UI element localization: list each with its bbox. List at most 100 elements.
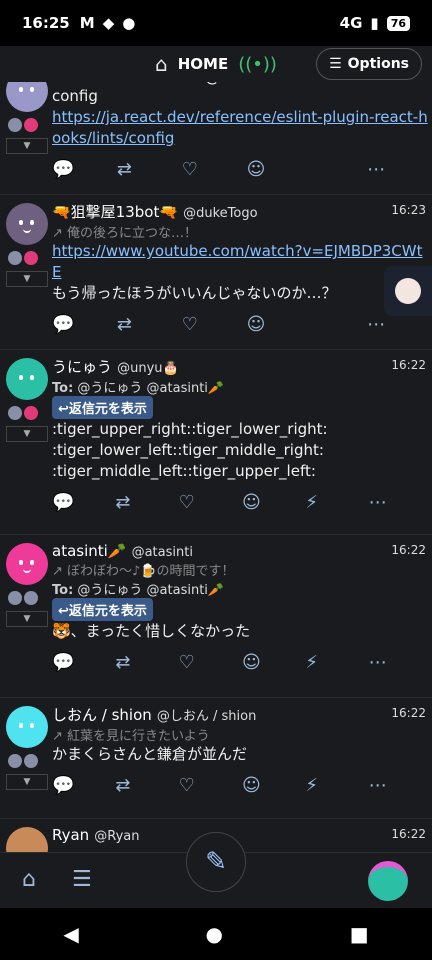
reaction-add-icon[interactable]: ☺ (242, 652, 305, 673)
reaction-add-icon[interactable]: ☺ (242, 492, 305, 513)
heart-icon[interactable]: ♡ (179, 775, 242, 796)
note-handle[interactable]: @Ryan (94, 829, 139, 844)
reaction-badges (8, 591, 38, 605)
reply-preview[interactable]: ↗ 紅葉を見に行きたいよう (52, 725, 432, 744)
reply-icon[interactable]: 💬 (52, 652, 115, 673)
collapse-toggle[interactable]: ▼ (6, 774, 48, 790)
note-actions: 💬 ⇄ ♡ ☺ ⚡ ⋯ (52, 482, 432, 522)
note-item: ▼ 16:22 うにゅう @unyu🎂 To: @うにゅう @atasinti🥕… (0, 350, 432, 535)
reaction-add-icon[interactable]: ☺ (247, 314, 312, 335)
collapse-toggle[interactable]: ▼ (6, 426, 48, 442)
reply-preview[interactable]: ↗ 俺の後ろに立つな…！ (52, 222, 432, 241)
back-icon[interactable]: ◀ (63, 922, 78, 946)
more-icon[interactable]: ⋯ (369, 652, 432, 673)
heart-icon[interactable]: ♡ (182, 159, 247, 180)
renote-icon[interactable]: ⇄ (115, 492, 178, 513)
note-author[interactable]: うにゅう (52, 358, 112, 376)
reaction-badges (8, 754, 38, 768)
note-time[interactable]: 16:22 (391, 827, 426, 841)
reaction-badges (8, 406, 38, 420)
reaction-badges (8, 118, 38, 132)
collapse-toggle[interactable]: ▼ (6, 138, 48, 154)
note-link[interactable]: https://ja.react.dev/reference/eslint-pl… (52, 107, 432, 128)
note-time[interactable]: 16:22 (391, 543, 426, 557)
avatar[interactable] (6, 358, 48, 400)
to-line: To: @うにゅう @atasinti🥕 (52, 381, 225, 396)
note-author[interactable]: Ryan (52, 826, 89, 844)
reaction-badges (8, 251, 38, 265)
app-icon: ◆ (102, 14, 115, 32)
note-handle[interactable]: @dukeTogo (183, 206, 257, 221)
collapse-toggle[interactable]: ▼ (6, 271, 48, 287)
note-actions: 💬 ⇄ ♡ ☺ ⚡ ⋯ (52, 642, 432, 682)
note-handle[interactable]: @しおん / shion (157, 709, 256, 724)
renote-icon[interactable]: ⇄ (117, 314, 182, 335)
battery-indicator: 76 (386, 15, 410, 31)
more-icon[interactable]: ⋯ (369, 492, 432, 513)
circle-icon: ● (122, 14, 136, 32)
more-icon[interactable]: ⋯ (367, 159, 432, 180)
more-icon[interactable]: ⋯ (369, 775, 432, 796)
reaction-add-icon[interactable]: ☺ (242, 775, 305, 796)
show-reply-source-button[interactable]: ↩返信元を表示 (52, 396, 153, 419)
home-circle-icon[interactable]: ● (206, 922, 223, 946)
note-time[interactable]: 16:23 (391, 203, 426, 217)
signal-icon: ▮ (370, 14, 379, 32)
note-link[interactable]: https://www.youtube.com/watch?v=EJMBDP3C… (52, 241, 432, 262)
timeline-header: ⌂ HOME ((•)) ☰ Options (0, 46, 432, 82)
note-item: ▼ 16:22 しおん / shion @しおん / shion ↗ 紅葉を見に… (0, 698, 432, 819)
note-handle[interactable]: @unyu🎂 (117, 361, 179, 376)
heart-icon[interactable]: ♡ (182, 314, 247, 335)
home-nav-icon[interactable]: ⌂ (22, 867, 36, 892)
options-button[interactable]: ☰ Options (316, 48, 422, 80)
renote-icon[interactable]: ⇄ (115, 775, 178, 796)
lightning-icon[interactable]: ⚡ (305, 775, 368, 796)
reply-icon[interactable]: 💬 (52, 314, 117, 335)
heart-icon[interactable]: ♡ (179, 652, 242, 673)
note-handle[interactable]: @atasinti (132, 545, 193, 560)
compose-button[interactable]: ✎ (186, 832, 246, 892)
page-title: HOME (177, 55, 229, 73)
note-link-cont[interactable]: ooks/lints/config (52, 128, 432, 149)
reply-icon[interactable]: 💬 (52, 775, 115, 796)
note-actions: 💬 ⇄ ♡ ☺ ⋯ (52, 149, 432, 189)
avatar[interactable] (6, 827, 48, 852)
show-reply-source-button[interactable]: ↩返信元を表示 (52, 598, 153, 621)
note-text: :tiger_middle_left::tiger_upper_left: (52, 462, 316, 480)
menu-icon[interactable]: ☰ (72, 867, 92, 892)
recents-icon[interactable]: ■ (350, 922, 369, 946)
reply-icon[interactable]: 💬 (52, 159, 117, 180)
status-time: 16:25 (22, 14, 70, 32)
more-icon[interactable]: ⋯ (367, 314, 432, 335)
avatar[interactable] (6, 706, 48, 748)
android-nav-bar: ◀ ● ■ (0, 908, 432, 960)
note-author[interactable]: しおん / shion (52, 706, 152, 724)
heart-icon[interactable]: ♡ (179, 492, 242, 513)
status-bar: 16:25 M ◆ ● 4G ▮ 76 (0, 0, 432, 46)
reaction-add-icon[interactable]: ☺ (247, 159, 312, 180)
note-text: かまくらさんと鎌倉が並んだ (52, 745, 248, 763)
renote-icon[interactable]: ⇄ (115, 652, 178, 673)
note-author[interactable]: 🔫狙撃屋13bot🔫 (52, 203, 178, 221)
reply-preview[interactable]: ↗ ぼわぼわ～♪🍺の時間です！ (52, 560, 432, 579)
reply-icon[interactable]: 💬 (52, 492, 115, 513)
lightning-icon[interactable]: ⚡ (305, 492, 368, 513)
timeline[interactable]: ▼ React Reference Bot@bot config https:/… (0, 62, 432, 852)
home-icon[interactable]: ⌂ (155, 52, 168, 76)
note-author[interactable]: atasinti🥕 (52, 542, 126, 560)
note-item: ▼ 16:23 🔫狙撃屋13bot🔫 @dukeTogo ↗ 俺の後ろに立つな…… (0, 195, 432, 350)
note-actions: 💬 ⇄ ♡ ☺ ⚡ ⋯ (52, 765, 432, 805)
note-link-cont[interactable]: E (52, 262, 432, 283)
note-time[interactable]: 16:22 (391, 706, 426, 720)
network-label: 4G (339, 14, 363, 32)
lightning-icon[interactable]: ⚡ (305, 652, 368, 673)
side-widget[interactable] (384, 266, 432, 316)
avatar[interactable] (6, 543, 48, 585)
note-text: 🐯、まったく惜しくなかった (52, 622, 251, 640)
note-time[interactable]: 16:22 (391, 358, 426, 372)
renote-icon[interactable]: ⇄ (117, 159, 182, 180)
collapse-toggle[interactable]: ▼ (6, 611, 48, 627)
note-text: :tiger_upper_right::tiger_lower_right: (52, 420, 328, 438)
account-avatar[interactable] (368, 861, 408, 901)
avatar[interactable] (6, 203, 48, 245)
